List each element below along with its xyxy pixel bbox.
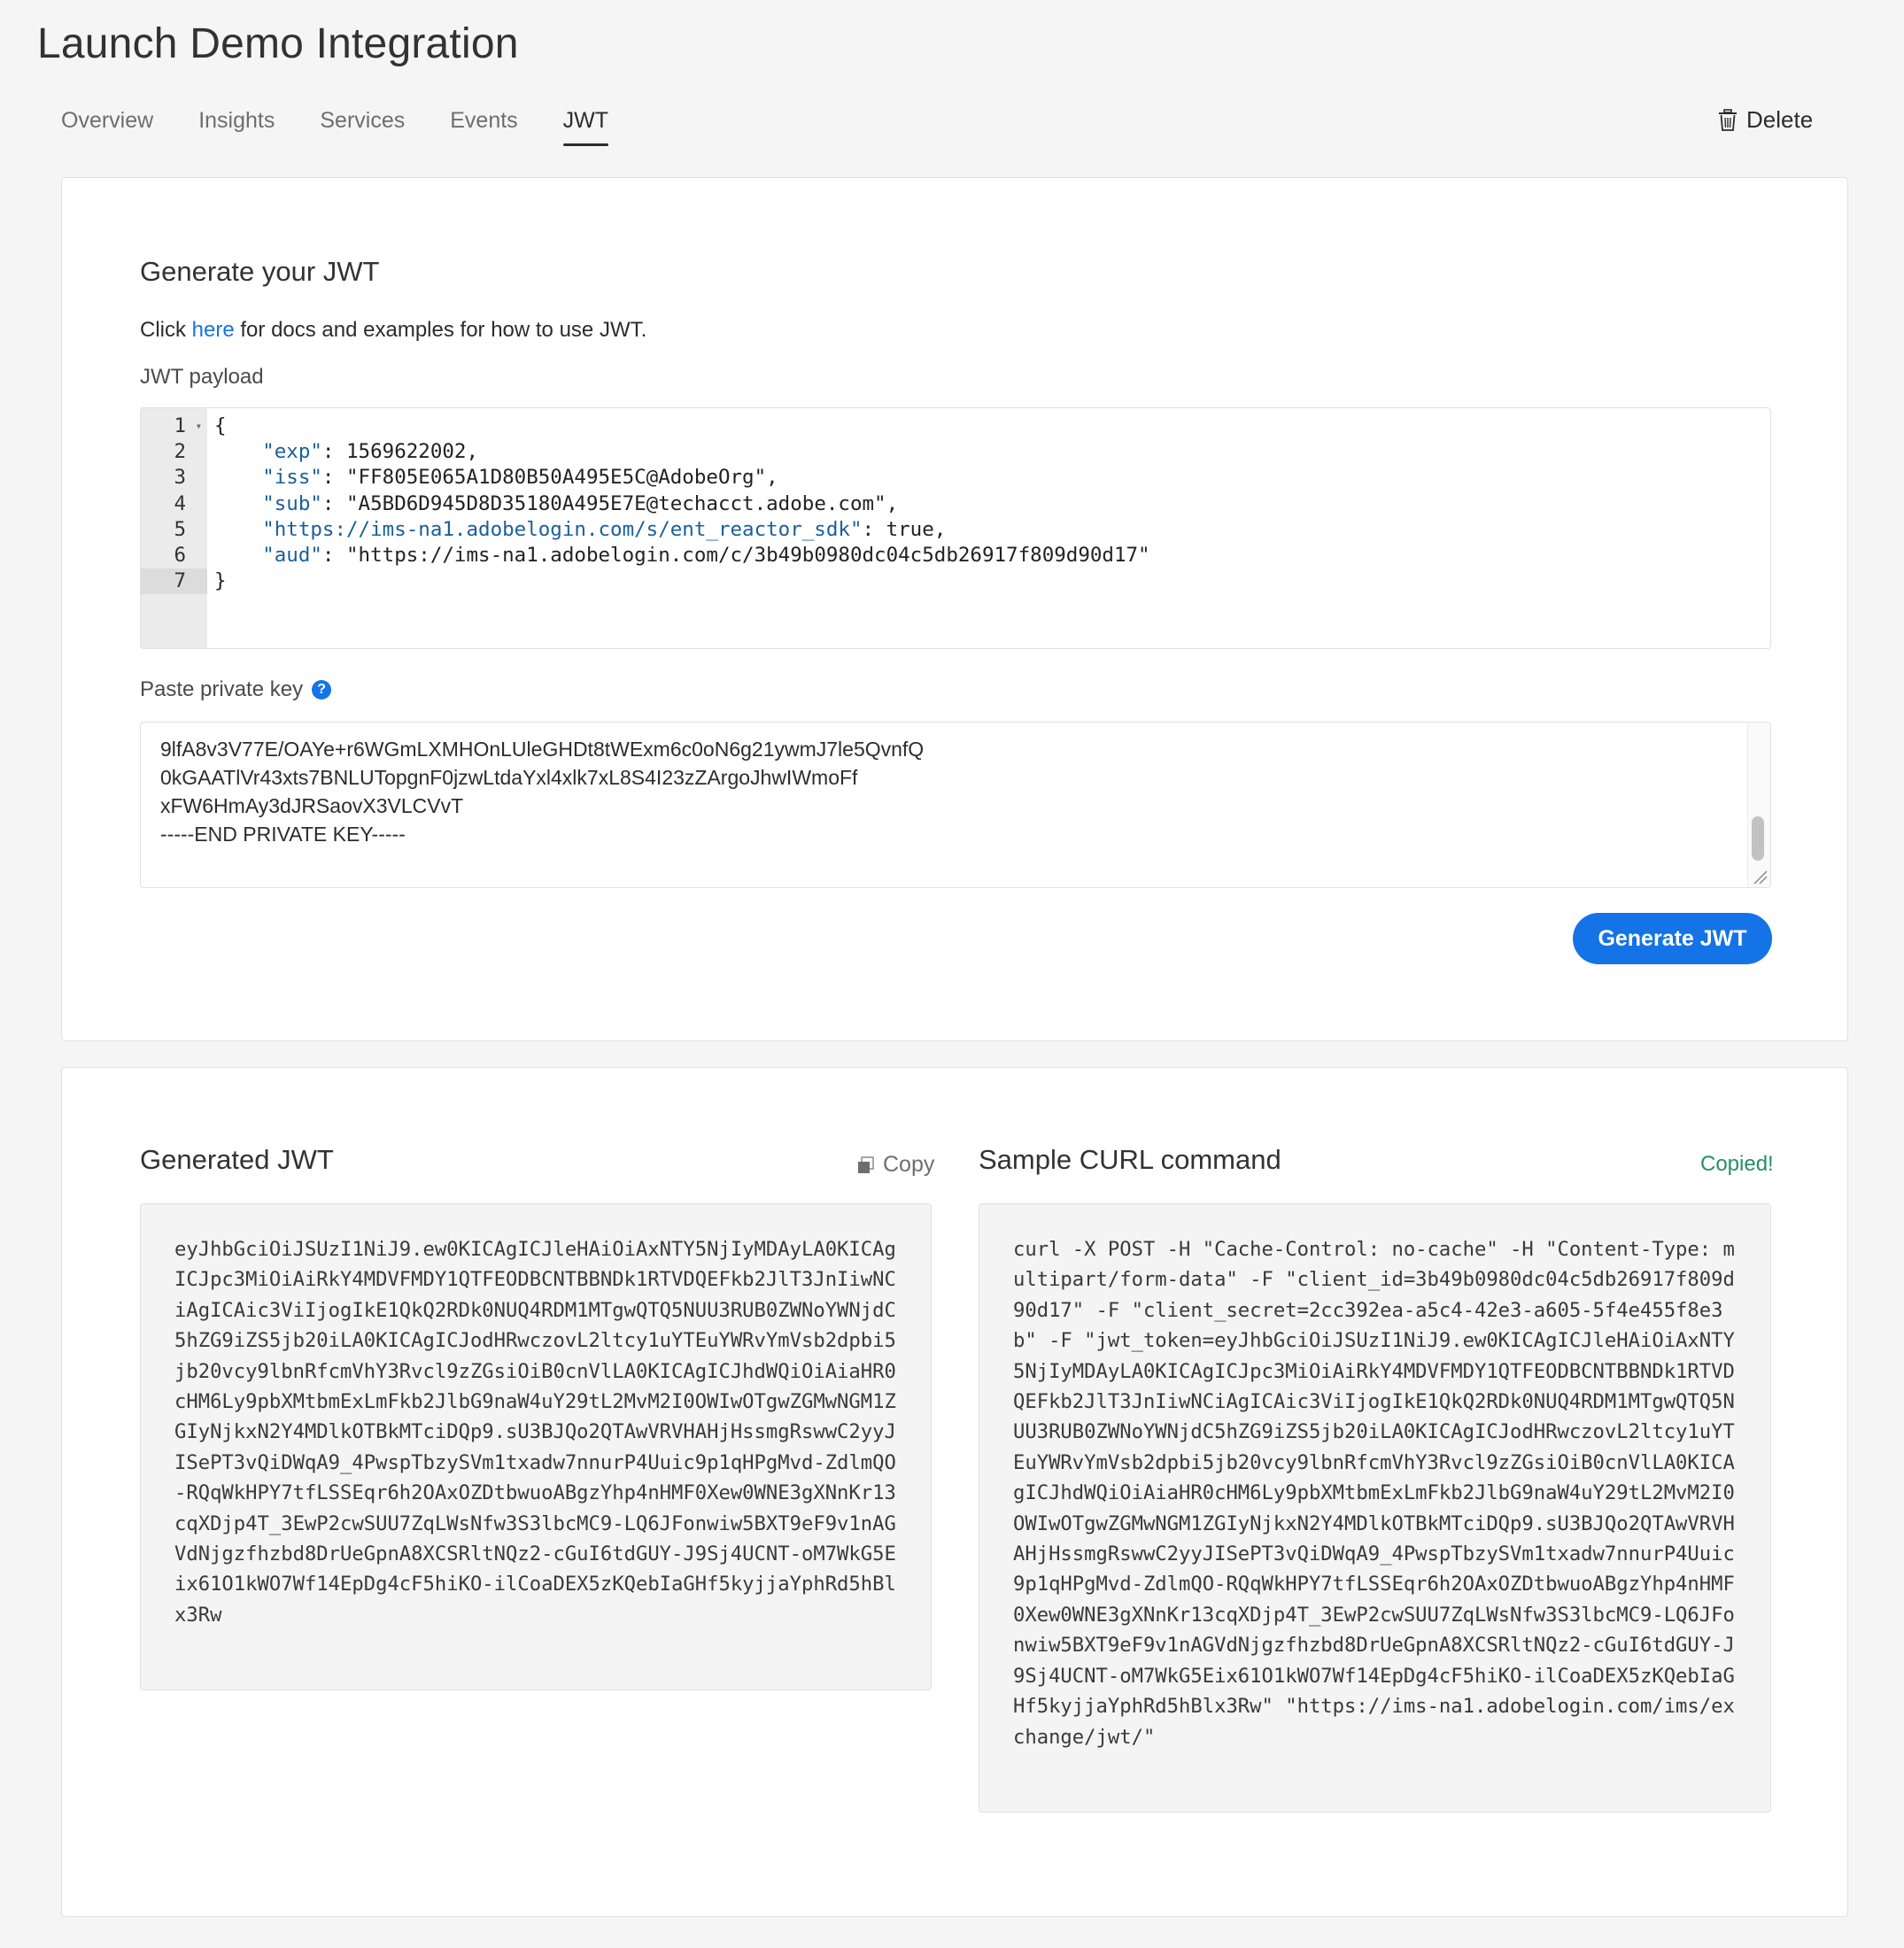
generate-jwt-card: Generate your JWT Click here for docs an… [61, 177, 1848, 1041]
code-line: 4 "sub": "A5BD6D945D8D35180A495E7E@techa… [141, 491, 1770, 517]
code-line: 3 "iss": "FF805E065A1D80B50A495E5C@Adobe… [141, 465, 1770, 491]
code-text: "sub": "A5BD6D945D8D35180A495E7E@techacc… [262, 491, 899, 515]
line-number: 7 [141, 568, 207, 595]
generated-jwt-title: Generated JWT [140, 1144, 334, 1175]
line-number: 4 [174, 491, 186, 515]
private-key-label-row: Paste private key ? [140, 677, 332, 702]
line-number: 1 ▾ [141, 414, 207, 439]
tab-jwt[interactable]: JWT [562, 108, 609, 146]
sample-curl-title: Sample CURL command [979, 1144, 1281, 1175]
code-lines: 1 ▾{2 "exp": 1569622002, 3 "iss": "FF805E0… [141, 414, 1770, 595]
docs-help-text: Click here for docs and examples for how… [140, 318, 646, 343]
line-number: 2 [174, 440, 186, 464]
private-key-line: 9lfA8v3V77E/OAYe+r6WGmLXMHOnLUleGHDt8tWE… [160, 738, 925, 761]
tab-overview[interactable]: Overview [61, 108, 153, 146]
private-key-line: 0kGAATlVr43xts7BNLUTopgnF0jzwLtdaYxl4xlk… [160, 766, 858, 789]
line-number: 5 [174, 517, 186, 541]
code-text: "exp": 1569622002, [262, 440, 479, 464]
private-key-line: -----END PRIVATE KEY----- [160, 823, 406, 846]
code-text: "https://ims-na1.adobelogin.com/s/ent_re… [262, 517, 947, 541]
fold-toggle-icon[interactable]: ▾ [196, 414, 202, 439]
curl-command-output[interactable]: curl -X POST -H "Cache-Control: no-cache… [979, 1203, 1771, 1813]
generate-jwt-title: Generate your JWT [140, 256, 380, 287]
code-line: 2 "exp": 1569622002, [141, 439, 1770, 465]
tab-services[interactable]: Services [320, 108, 405, 146]
tab-events[interactable]: Events [450, 108, 517, 146]
private-key-scrollbar[interactable] [1747, 723, 1770, 887]
scrollbar-thumb[interactable] [1752, 816, 1764, 861]
code-text: "aud": "https://ims-na1.adobelogin.com/c… [262, 543, 1150, 567]
code-text: { [214, 414, 227, 437]
tab-insights[interactable]: Insights [198, 108, 275, 146]
copy-label: Copy [883, 1152, 935, 1177]
resize-handle-icon[interactable] [1749, 866, 1769, 885]
jwt-output-card: Generated JWT Copy Sample CURL command C… [61, 1067, 1848, 1917]
copy-icon [858, 1156, 874, 1173]
copied-status: Copied! [1700, 1152, 1774, 1176]
generate-jwt-button[interactable]: Generate JWT [1573, 913, 1772, 964]
docs-link[interactable]: here [192, 318, 235, 342]
private-key-line: xFW6HmAy3dJRSaovX3VLCVvT [160, 794, 464, 817]
copy-button[interactable]: Copy [856, 1152, 934, 1178]
code-line: 6 "aud": "https://ims-na1.adobelogin.com… [141, 543, 1770, 568]
help-icon[interactable]: ? [312, 680, 332, 700]
code-text: "iss": "FF805E065A1D80B50A495E5C@AdobeOr… [262, 466, 778, 490]
tab-bar: Overview Insights Services Events JWT [61, 108, 654, 146]
line-number: 6 [174, 543, 186, 567]
jwt-payload-label: JWT payload [140, 365, 264, 389]
private-key-label: Paste private key [140, 677, 304, 701]
generated-jwt-output[interactable]: eyJhbGciOiJSUzI1NiJ9.ew0KICAgICJleHAiOiA… [140, 1203, 932, 1690]
delete-button[interactable]: Delete [1718, 106, 1813, 134]
delete-label: Delete [1746, 106, 1814, 133]
page-title: Launch Demo Integration [37, 20, 519, 67]
trash-icon [1719, 108, 1737, 131]
line-number: 3 [174, 466, 186, 490]
code-line: 7} [141, 568, 1770, 595]
jwt-payload-editor[interactable]: 1 ▾{2 "exp": 1569622002, 3 "iss": "FF805E0… [140, 407, 1771, 649]
private-key-input[interactable]: 9lfA8v3V77E/OAYe+r6WGmLXMHOnLUleGHDt8tWE… [140, 722, 1771, 888]
help-suffix: for docs and examples for how to use JWT… [234, 318, 647, 342]
code-line: 5 "https://ims-na1.adobelogin.com/s/ent_… [141, 517, 1770, 543]
code-line: 1 ▾ { [141, 414, 1770, 439]
help-prefix: Click [140, 318, 192, 342]
code-text: } [214, 569, 227, 593]
